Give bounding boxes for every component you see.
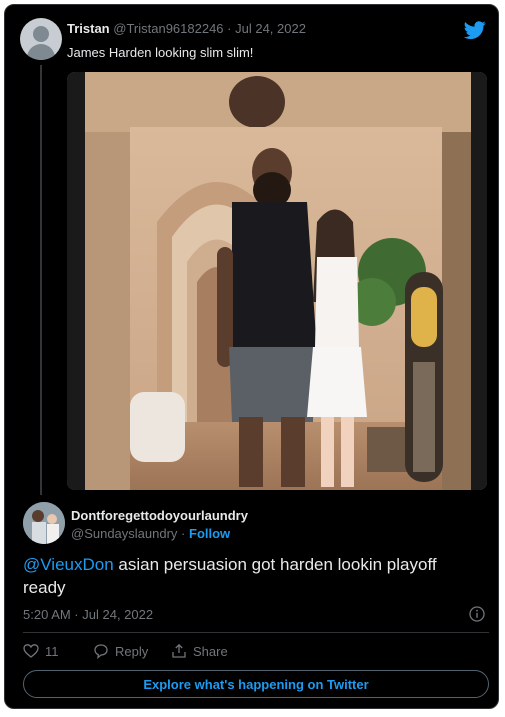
explore-twitter-button[interactable]: Explore what's happening on Twitter: [23, 670, 489, 698]
quoted-avatar[interactable]: [20, 18, 62, 60]
twitter-bird-icon[interactable]: [463, 19, 487, 41]
like-count: 11: [45, 643, 59, 659]
reply-tweet-text: @VieuxDon asian persuasion got harden lo…: [23, 553, 483, 599]
like-button[interactable]: 11: [23, 643, 59, 659]
reply-author-handle[interactable]: @Sundayslaundry: [71, 526, 177, 541]
quoted-tweet-text: James Harden looking slim slim!: [67, 45, 254, 60]
reply-button[interactable]: Reply: [93, 643, 148, 659]
quoted-author-handle[interactable]: @Tristan96182246: [113, 21, 223, 36]
tweet-embed-card: Tristan @Tristan96182246 · Jul 24, 2022 …: [4, 4, 499, 709]
divider: [23, 632, 489, 633]
heart-icon: [23, 644, 39, 658]
default-avatar-icon: [33, 26, 49, 42]
reply-bubble-icon: [94, 644, 108, 659]
info-icon[interactable]: [469, 606, 485, 622]
share-label: Share: [193, 643, 228, 659]
share-icon: [172, 643, 186, 658]
quoted-tweet-header: Tristan @Tristan96182246 · Jul 24, 2022: [67, 21, 306, 36]
follow-button[interactable]: Follow: [189, 526, 230, 541]
reply-author-handle-row: @Sundayslaundry · Follow: [71, 526, 231, 541]
reply-label: Reply: [115, 643, 149, 659]
reply-timestamp[interactable]: 5:20 AM · Jul 24, 2022: [23, 607, 153, 622]
quoted-tweet-date[interactable]: Jul 24, 2022: [235, 21, 306, 36]
tweet-photo[interactable]: [67, 72, 487, 490]
reply-author-name[interactable]: Dontforegettodoyourlaundry: [71, 508, 248, 523]
quoted-author-name[interactable]: Tristan: [67, 21, 110, 36]
mention-link[interactable]: @VieuxDon: [23, 555, 114, 574]
reply-author-avatar[interactable]: [23, 502, 65, 544]
thread-line: [40, 65, 42, 495]
share-button[interactable]: Share: [171, 643, 228, 659]
